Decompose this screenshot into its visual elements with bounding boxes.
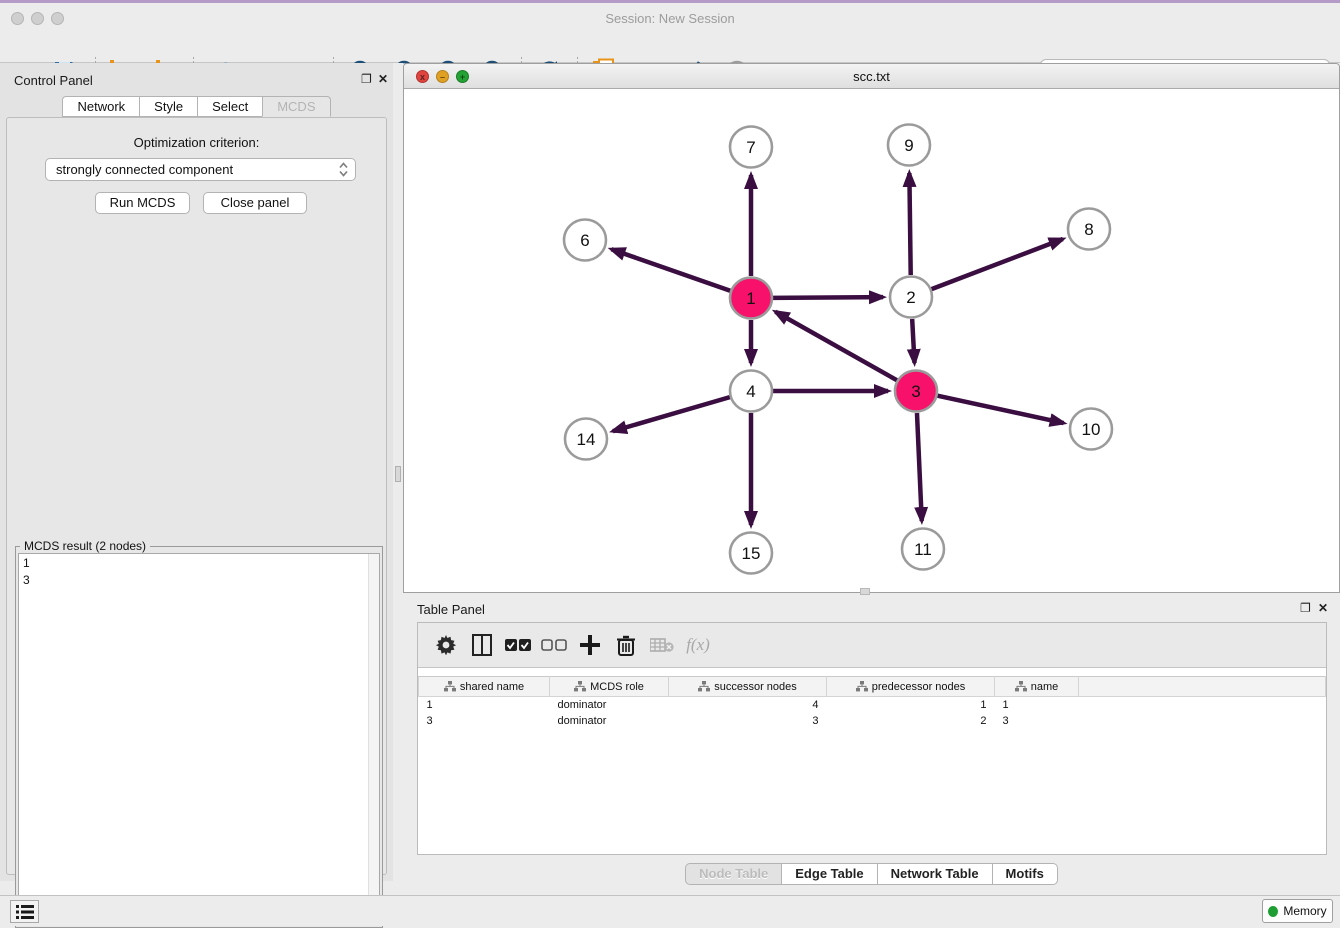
window-title: Session: New Session bbox=[0, 11, 1340, 26]
deselect-all-icon[interactable] bbox=[536, 632, 572, 658]
main-toolbar bbox=[0, 27, 1340, 63]
chevron-up-down-icon bbox=[338, 161, 349, 178]
column-tree-icon bbox=[698, 681, 710, 692]
graph-node-label: 1 bbox=[746, 289, 755, 308]
tab-select[interactable]: Select bbox=[197, 96, 262, 117]
graph-edge-3-1[interactable] bbox=[775, 312, 896, 380]
table-panel-title: Table Panel bbox=[417, 602, 485, 617]
tab-mcds[interactable]: MCDS bbox=[262, 96, 330, 117]
column-header-shared-name[interactable]: shared name bbox=[419, 677, 550, 697]
graph-node-label: 2 bbox=[906, 288, 915, 307]
gear-icon[interactable] bbox=[428, 632, 464, 658]
graph-node-label: 6 bbox=[580, 231, 589, 250]
graph-edge-1-6[interactable] bbox=[611, 249, 730, 291]
list-icon bbox=[16, 905, 34, 919]
mcds-result-title: MCDS result (2 nodes) bbox=[20, 539, 150, 553]
graph-edge-2-3[interactable] bbox=[912, 319, 914, 363]
tab-style[interactable]: Style bbox=[139, 96, 197, 117]
column-tree-icon bbox=[856, 681, 868, 692]
node-table-container: f(x) shared nameMCDS rolesuccessor nodes… bbox=[417, 622, 1327, 855]
network-canvas[interactable]: 1 2 3 4 6 7 8 9 10 11 14 15 bbox=[404, 89, 1339, 593]
tab-edge-table[interactable]: Edge Table bbox=[781, 863, 876, 885]
table-cell[interactable]: 1 bbox=[827, 697, 995, 713]
table-row[interactable]: 1dominator411 bbox=[419, 697, 1326, 713]
select-all-icon[interactable] bbox=[500, 632, 536, 658]
network-window-titlebar[interactable]: x – + scc.txt bbox=[404, 64, 1339, 89]
graph-edge-3-11[interactable] bbox=[917, 413, 922, 521]
status-bar: Memory bbox=[0, 895, 1340, 926]
memory-label: Memory bbox=[1283, 904, 1326, 918]
table-cell[interactable]: 2 bbox=[827, 713, 995, 729]
tab-motifs[interactable]: Motifs bbox=[992, 863, 1058, 885]
memory-status-icon bbox=[1268, 906, 1278, 917]
table-panel: Table Panel ❐ ✕ bbox=[403, 595, 1340, 895]
graph-edge-2-8[interactable] bbox=[932, 239, 1063, 289]
task-history-button[interactable] bbox=[10, 900, 39, 923]
run-mcds-button[interactable]: Run MCDS bbox=[95, 192, 190, 214]
graph-node-label: 14 bbox=[577, 430, 596, 449]
table-cell[interactable]: dominator bbox=[550, 697, 669, 713]
tab-network[interactable]: Network bbox=[62, 96, 139, 117]
graph-edge-4-14[interactable] bbox=[613, 397, 730, 431]
mcds-result-group: MCDS result (2 nodes) 1 3 bbox=[15, 546, 383, 928]
column-header-predecessor-nodes[interactable]: predecessor nodes bbox=[827, 677, 995, 697]
table-panel-tabs: Node TableEdge TableNetwork TableMotifs bbox=[403, 863, 1340, 885]
horizontal-splitter-grip[interactable] bbox=[860, 588, 870, 595]
graph-node-label: 11 bbox=[914, 540, 932, 559]
float-panel-icon[interactable]: ❐ bbox=[361, 72, 372, 86]
control-panel-tabs: NetworkStyleSelectMCDS bbox=[0, 96, 393, 118]
float-table-panel-icon[interactable]: ❐ bbox=[1300, 601, 1311, 615]
close-table-panel-icon[interactable]: ✕ bbox=[1318, 601, 1328, 615]
graph-node-label: 9 bbox=[904, 136, 913, 155]
table-cell[interactable]: 1 bbox=[995, 697, 1079, 713]
network-view-window: x – + scc.txt 1 2 3 4 6 7 8 9 10 11 14 15 bbox=[403, 63, 1340, 593]
delete-icon[interactable] bbox=[608, 632, 644, 658]
close-panel-icon[interactable]: ✕ bbox=[378, 72, 388, 86]
function-builder-icon[interactable]: f(x) bbox=[680, 632, 716, 658]
column-header-successor-nodes[interactable]: successor nodes bbox=[669, 677, 827, 697]
split-columns-icon[interactable] bbox=[464, 632, 500, 658]
optimization-criterion-label: Optimization criterion: bbox=[7, 135, 386, 150]
control-panel-title: Control Panel bbox=[14, 73, 93, 88]
graph-node-label: 15 bbox=[742, 544, 761, 563]
column-tree-icon bbox=[574, 681, 586, 692]
optimization-criterion-value: strongly connected component bbox=[56, 162, 233, 177]
table-row[interactable]: 3dominator323 bbox=[419, 713, 1326, 729]
column-header-name[interactable]: name bbox=[995, 677, 1079, 697]
delete-table-icon[interactable] bbox=[644, 632, 680, 658]
table-cell[interactable]: 3 bbox=[669, 713, 827, 729]
graph-node-label: 4 bbox=[746, 382, 755, 401]
tab-network-table[interactable]: Network Table bbox=[877, 863, 992, 885]
graph-edge-3-10[interactable] bbox=[937, 396, 1063, 423]
graph-node-label: 8 bbox=[1084, 220, 1093, 239]
table-toolbar: f(x) bbox=[418, 623, 1326, 668]
table-cell[interactable]: 3 bbox=[419, 713, 550, 729]
graph-node-label: 3 bbox=[911, 382, 920, 401]
column-tree-icon bbox=[1015, 681, 1027, 692]
optimization-criterion-select[interactable]: strongly connected component bbox=[45, 158, 356, 181]
graph-node-label: 7 bbox=[746, 138, 755, 157]
mcds-result-text[interactable]: 1 3 bbox=[18, 553, 380, 925]
control-panel: Control Panel ❐ ✕ NetworkStyleSelectMCDS… bbox=[0, 63, 393, 881]
close-panel-button[interactable]: Close panel bbox=[203, 192, 307, 214]
table-cell[interactable]: dominator bbox=[550, 713, 669, 729]
add-column-icon[interactable] bbox=[572, 632, 608, 658]
table-cell[interactable]: 1 bbox=[419, 697, 550, 713]
graph-edge-1-2[interactable] bbox=[773, 297, 883, 298]
memory-button[interactable]: Memory bbox=[1262, 899, 1333, 923]
vertical-splitter-grip[interactable] bbox=[395, 466, 401, 482]
network-window-title: scc.txt bbox=[404, 69, 1339, 84]
table-cell[interactable]: 4 bbox=[669, 697, 827, 713]
mcds-panel: Optimization criterion: strongly connect… bbox=[6, 117, 387, 875]
graph-edge-2-9[interactable] bbox=[909, 173, 910, 275]
graph-node-label: 10 bbox=[1082, 420, 1101, 439]
column-header-MCDS-role[interactable]: MCDS role bbox=[550, 677, 669, 697]
node-table: shared nameMCDS rolesuccessor nodesprede… bbox=[418, 676, 1326, 729]
app-titlebar: Session: New Session bbox=[0, 3, 1340, 27]
tab-node-table[interactable]: Node Table bbox=[685, 863, 781, 885]
mcds-result-scrollbar[interactable] bbox=[368, 554, 379, 924]
table-cell[interactable]: 3 bbox=[995, 713, 1079, 729]
column-tree-icon bbox=[444, 681, 456, 692]
